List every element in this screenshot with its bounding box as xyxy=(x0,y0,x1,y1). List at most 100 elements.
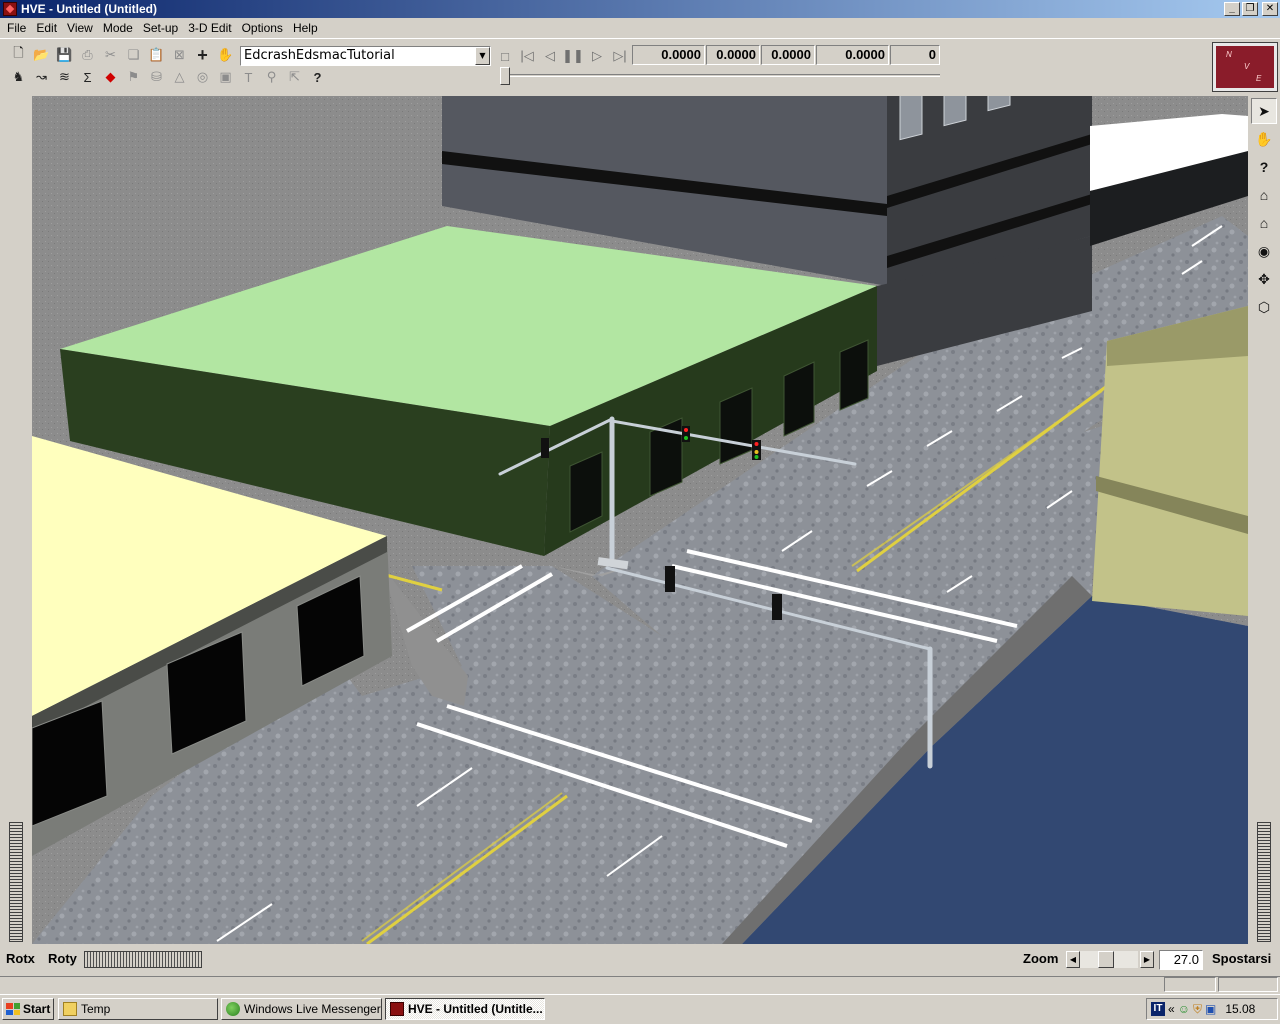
minimize-button[interactable]: _ xyxy=(1224,2,1240,16)
system-tray: IT « ☺ ⛨ ▣ 15.08 xyxy=(1146,998,1278,1020)
window-title: HVE - Untitled (Untitled) xyxy=(21,2,157,16)
copy-icon[interactable]: ❏ xyxy=(123,45,144,65)
hand-icon[interactable]: ✋ xyxy=(215,45,236,65)
windows-logo-icon xyxy=(6,1003,20,1015)
left-rotation-bar xyxy=(0,96,32,944)
close-button[interactable]: ✕ xyxy=(1262,2,1278,16)
zoom-slider-thumb[interactable] xyxy=(1098,951,1114,968)
right-toolbox: ➤ ✋ ? ⌂ ⌂ ◉ ✥ ⬡ xyxy=(1248,96,1280,944)
toolbar-row-2: ♞ ↝ ≋ Σ ◆ ⚑ ⛁ △ ◎ ▣ T ⚲ ⇱ ? xyxy=(8,67,328,87)
spostarsi-label: Spostarsi xyxy=(1212,951,1272,966)
add-icon[interactable]: + xyxy=(192,45,213,65)
readout-z: 0.0000 xyxy=(816,45,889,65)
task-messenger[interactable]: Windows Live Messenger xyxy=(221,998,382,1020)
step-forward-icon[interactable]: ▷ xyxy=(587,46,607,66)
event-combo[interactable]: EdcrashEdsmacTutorial ▼ xyxy=(240,46,491,66)
security-shield-icon[interactable]: ⛨ xyxy=(1193,1002,1202,1017)
spostarsi-vertical-slider[interactable] xyxy=(1257,822,1271,942)
rotx-label: Rotx xyxy=(6,951,35,966)
menu-edit[interactable]: Edit xyxy=(31,19,62,37)
step-back-icon[interactable]: ◁ xyxy=(540,46,560,66)
nve-logo: N V E xyxy=(1212,42,1278,92)
cone-icon[interactable]: △ xyxy=(169,67,190,87)
save-icon[interactable]: 💾 xyxy=(54,45,75,65)
hve-app-icon[interactable] xyxy=(3,2,17,16)
language-indicator[interactable]: IT xyxy=(1151,1002,1165,1016)
cylinder-icon[interactable]: ⛁ xyxy=(146,67,167,87)
zoom-label: Zoom xyxy=(1023,951,1059,966)
hve-icon xyxy=(390,1002,404,1016)
rotx-vertical-slider[interactable] xyxy=(9,822,23,942)
zoom-left-arrow-icon[interactable]: ◀ xyxy=(1066,951,1080,968)
nve-letter-e: E xyxy=(1256,74,1262,83)
menu-view[interactable]: View xyxy=(62,19,98,37)
readout-y: 0.0000 xyxy=(761,45,815,65)
nve-letter-n: N xyxy=(1226,50,1232,59)
start-button[interactable]: Start xyxy=(2,998,54,1020)
forward-end-icon[interactable]: ▷| xyxy=(610,46,630,66)
home-icon[interactable]: ⌂ xyxy=(1251,182,1277,208)
terrain-icon[interactable]: ≋ xyxy=(54,67,75,87)
path-icon[interactable]: ↝ xyxy=(31,67,52,87)
box-icon[interactable]: ▣ xyxy=(215,67,236,87)
menu-options[interactable]: Options xyxy=(237,19,288,37)
rewind-start-icon[interactable]: |◁ xyxy=(517,46,537,66)
menu-help[interactable]: Help xyxy=(288,19,323,37)
status-bar xyxy=(0,976,1280,994)
zoom-right-arrow-icon[interactable]: ▶ xyxy=(1140,951,1154,968)
clock[interactable]: 15.08 xyxy=(1225,1002,1255,1016)
menu-setup[interactable]: Set-up xyxy=(138,19,183,37)
zoom-value-field[interactable]: 27.0 xyxy=(1159,950,1203,970)
scene-3d xyxy=(32,96,1248,944)
select-arrow-icon[interactable]: ➤ xyxy=(1251,98,1277,124)
start-label: Start xyxy=(23,1002,51,1016)
sum-icon[interactable]: Σ xyxy=(77,67,98,87)
menubar: File Edit View Mode Set-up 3-D Edit Opti… xyxy=(0,18,1280,38)
tray-expand-icon[interactable]: « xyxy=(1168,1002,1175,1016)
new-file-icon[interactable]: 🗋 xyxy=(8,45,29,65)
arrow-icon[interactable]: ⇱ xyxy=(284,67,305,87)
playback-slider-track[interactable] xyxy=(500,74,940,77)
playback-slider-thumb[interactable] xyxy=(500,67,510,85)
perspective-cube-icon[interactable]: ⬡ xyxy=(1251,294,1277,320)
readout-time: 0.0000 xyxy=(632,45,705,65)
print-icon[interactable]: ⎙ xyxy=(77,45,98,65)
pause-icon[interactable]: ❚❚ xyxy=(562,46,584,66)
roty-label: Roty xyxy=(48,951,77,966)
help-question-icon[interactable]: ? xyxy=(1251,154,1277,180)
task-hve[interactable]: HVE - Untitled (Untitle... xyxy=(385,998,545,1020)
task-temp-label: Temp xyxy=(81,1002,111,1016)
menu-mode[interactable]: Mode xyxy=(98,19,138,37)
menu-file[interactable]: File xyxy=(2,19,31,37)
stop-icon[interactable]: □ xyxy=(495,46,515,66)
move-cross-icon[interactable]: ✥ xyxy=(1251,266,1277,292)
toolbar-row-1: 🗋 📂 💾 ⎙ ✂ ❏ 📋 ⊠ + ✋ xyxy=(8,45,236,65)
status-cell-1 xyxy=(1164,977,1216,992)
split-icon[interactable]: ◆ xyxy=(100,67,121,87)
pin-icon[interactable]: ⚲ xyxy=(261,67,282,87)
restore-button[interactable]: ❐ xyxy=(1242,2,1258,16)
zoom-home-icon[interactable]: ⌂ xyxy=(1251,210,1277,236)
window-titlebar[interactable]: HVE - Untitled (Untitled) _ ❐ ✕ xyxy=(0,0,1280,18)
event-combo-value: EdcrashEdsmacTutorial xyxy=(244,48,395,63)
task-hve-label: HVE - Untitled (Untitle... xyxy=(408,1002,543,1016)
menu-3d-edit[interactable]: 3-D Edit xyxy=(183,19,236,37)
help-icon[interactable]: ? xyxy=(307,67,328,87)
open-folder-icon[interactable]: 📂 xyxy=(31,45,52,65)
task-temp[interactable]: Temp xyxy=(58,998,218,1020)
roty-slider[interactable] xyxy=(84,951,202,968)
pan-hand-icon[interactable]: ✋ xyxy=(1251,126,1277,152)
paste-icon[interactable]: 📋 xyxy=(146,45,167,65)
eye-icon[interactable]: ◉ xyxy=(1251,238,1277,264)
cut-icon[interactable]: ✂ xyxy=(100,45,121,65)
text-icon[interactable]: T xyxy=(238,67,259,87)
vehicle-icon[interactable]: ♞ xyxy=(8,67,29,87)
target-icon[interactable]: ◎ xyxy=(192,67,213,87)
network-icon[interactable]: ▣ xyxy=(1205,1002,1216,1016)
messenger-icon xyxy=(226,1002,240,1016)
3d-viewport[interactable] xyxy=(32,96,1248,944)
flag-icon[interactable]: ⚑ xyxy=(123,67,144,87)
delete-icon[interactable]: ⊠ xyxy=(169,45,190,65)
chevron-down-icon[interactable]: ▼ xyxy=(475,47,490,65)
messenger-tray-icon[interactable]: ☺ xyxy=(1178,1002,1190,1016)
